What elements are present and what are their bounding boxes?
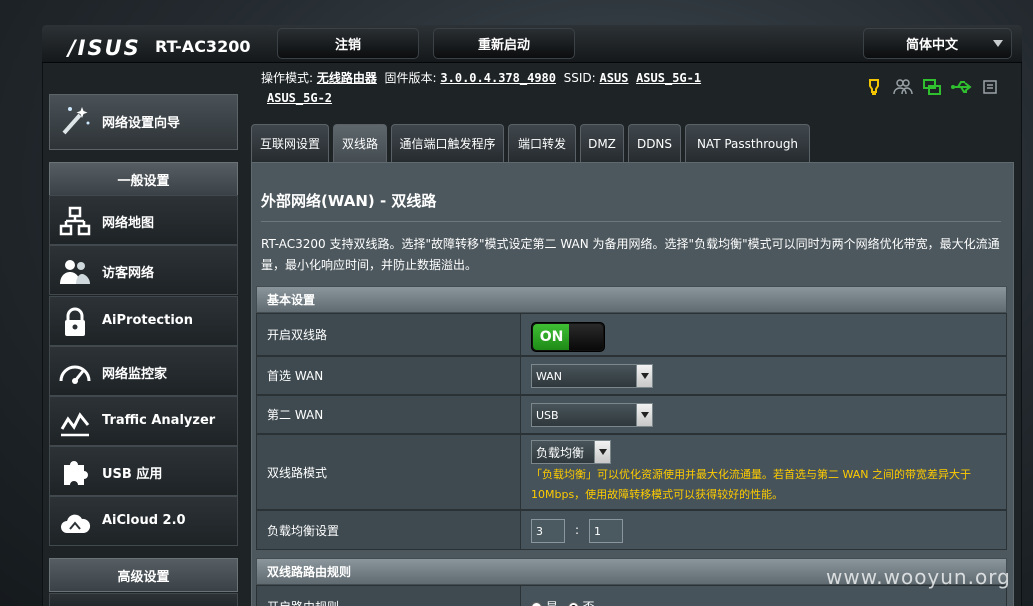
sidebar-item-aiprotection[interactable]: AiProtection [49, 296, 238, 346]
secondary-wan-select[interactable]: USB [531, 403, 653, 427]
mode-link[interactable]: 无线路由器 [317, 71, 377, 85]
puzzle-icon [58, 455, 92, 489]
ratio-separator: : [575, 523, 580, 537]
tab-port-trigger[interactable]: 通信端口触发程序 [391, 124, 504, 162]
dual-wan-toggle[interactable]: ON [531, 322, 605, 352]
tab-port-forwarding[interactable]: 端口转发 [508, 124, 576, 162]
secondary-wan-row: 第二 WAN USB [256, 395, 1007, 434]
ratio-primary-input[interactable]: 3 [531, 519, 565, 543]
enable-routing-label: 开启路由规则 [257, 586, 521, 606]
clients-icon[interactable] [893, 78, 913, 96]
watermark: www.wooyun.org [826, 565, 1011, 589]
sidebar-item-usb-application[interactable]: USB 应用 [49, 446, 238, 496]
chevron-down-icon [636, 404, 652, 426]
sidebar-item-guest-network[interactable]: 访客网络 [49, 245, 238, 295]
status-icons [864, 78, 1000, 96]
ssid-label: SSID: [563, 71, 596, 85]
mode-hint: 「负载均衡」可以优化资源使用并最大化流通量。若首选与第二 WAN 之间的带宽差异… [531, 468, 972, 501]
secondary-wan-value: USB [536, 408, 559, 422]
dual-wan-mode-label: 双线路模式 [257, 435, 521, 509]
ssid-link[interactable]: ASUS_5G-1 [636, 71, 701, 85]
page-description: RT-AC3200 支持双线路。选择"故障转移"模式设定第二 WAN 为备用网络… [261, 237, 1000, 272]
qis-label: 网络设置向导 [102, 116, 181, 131]
sidebar-item-network-map[interactable]: 网络地图 [49, 195, 238, 245]
printer-icon[interactable] [980, 78, 1000, 96]
lightbulb-icon[interactable] [864, 78, 884, 96]
magic-wand-icon [58, 103, 92, 137]
enable-dual-wan-label: 开启双线路 [257, 314, 521, 355]
tab-ddns[interactable]: DDNS [628, 124, 681, 162]
dual-wan-mode-select[interactable]: 负载均衡 [531, 440, 611, 464]
routing-no-radio[interactable] [567, 602, 579, 606]
chevron-down-icon [636, 365, 652, 387]
primary-wan-value: WAN [536, 369, 563, 383]
routing-no-label: 否 [583, 600, 595, 606]
mode-label: 操作模式: [261, 71, 314, 85]
tab-nat-passthrough[interactable]: NAT Passthrough [685, 124, 810, 162]
title-divider [261, 221, 1001, 222]
ssid-link[interactable]: ASUS [600, 71, 629, 85]
lock-icon [58, 305, 92, 339]
routing-yes-radio[interactable] [531, 602, 542, 606]
ssid-link[interactable]: ASUS_5G-2 [267, 91, 332, 105]
language-value: 简体中文 [906, 38, 959, 53]
sidebar-item-traffic-manager[interactable]: 网络监控家 [49, 346, 238, 396]
sidebar-item-advanced-first[interactable] [49, 593, 238, 606]
logout-button[interactable]: 注销 [277, 28, 419, 59]
page-title: 外部网络(WAN) - 双线路 [261, 192, 437, 210]
asus-logo: /ISUS [68, 36, 141, 60]
dual-wan-mode-row: 双线路模式 负载均衡 「负载均衡」可以优化资源使用并最大化流通量。若首选与第二 … [256, 434, 1007, 510]
tab-dmz[interactable]: DMZ [580, 124, 624, 162]
ratio-secondary-input[interactable]: 1 [589, 519, 623, 543]
routing-yes-label: 是 [546, 600, 558, 606]
reboot-button[interactable]: 重新启动 [433, 28, 575, 59]
sidebar-item-traffic-analyzer[interactable]: Traffic Analyzer [49, 396, 238, 446]
load-balance-row: 负载均衡设置 3 : 1 [256, 510, 1007, 550]
sidebar-item-aicloud[interactable]: AiCloud 2.0 [49, 496, 238, 546]
sidebar-item-label: AiCloud 2.0 [102, 513, 186, 528]
model-name: RT-AC3200 [155, 37, 251, 56]
primary-wan-row: 首选 WAN WAN [256, 356, 1007, 395]
tab-dual-wan[interactable]: 双线路 [333, 124, 387, 162]
general-settings-header: 一般设置 [49, 162, 238, 196]
toggle-on-label: ON [533, 324, 570, 350]
advanced-settings-header: 高级设置 [49, 558, 238, 592]
chevron-down-icon [993, 40, 1003, 47]
chevron-down-icon [594, 441, 610, 463]
load-balance-label: 负载均衡设置 [257, 511, 521, 549]
traffic-chart-icon [58, 405, 92, 439]
toggle-knob [569, 324, 603, 350]
sidebar-item-label: AiProtection [102, 313, 193, 328]
primary-wan-label: 首选 WAN [257, 357, 521, 394]
sidebar-item-label: 网络监控家 [102, 367, 168, 382]
enable-dual-wan-row: 开启双线路 ON [256, 313, 1007, 356]
tab-internet-settings[interactable]: 互联网设置 [251, 124, 329, 162]
network-map-icon [58, 204, 92, 238]
language-select[interactable]: 简体中文 [863, 28, 1012, 59]
quick-setup-wizard-button[interactable]: 网络设置向导 [49, 94, 238, 150]
guest-network-icon [58, 254, 92, 288]
firmware-link[interactable]: 3.0.0.4.378_4980 [440, 71, 556, 85]
sidebar-item-label: 访客网络 [102, 266, 155, 281]
secondary-wan-label: 第二 WAN [257, 396, 521, 433]
sidebar-item-label: Traffic Analyzer [102, 413, 216, 428]
cloud-icon [58, 505, 92, 539]
usb-icon[interactable] [951, 78, 972, 96]
dual-wan-mode-value: 负载均衡 [536, 445, 585, 460]
sidebar-item-label: 网络地图 [102, 216, 155, 231]
status-info-bar: 操作模式: 无线路由器 固件版本: 3.0.0.4.378_4980 SSID:… [261, 68, 821, 108]
firmware-label: 固件版本: [384, 71, 437, 85]
basic-settings-header: 基本设置 [256, 286, 1007, 313]
sidebar-item-label: USB 应用 [102, 467, 163, 482]
primary-wan-select[interactable]: WAN [531, 364, 653, 388]
dual-wan-icon[interactable] [922, 78, 942, 96]
speedometer-icon [58, 355, 92, 389]
